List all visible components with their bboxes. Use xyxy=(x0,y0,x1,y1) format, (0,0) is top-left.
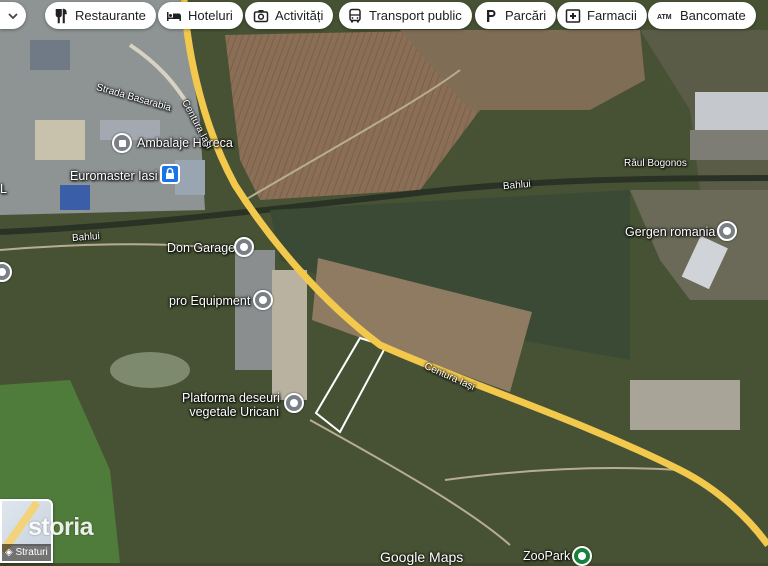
platforma-pin[interactable] xyxy=(284,393,304,413)
bahlui-left-label: Bahlui xyxy=(71,231,101,244)
storia-watermark: storia xyxy=(28,513,94,541)
raul-bogonos-label: Râul Bogonos xyxy=(624,158,687,169)
edge-letter-label: L xyxy=(0,182,7,196)
platforma-label-line2[interactable]: vegetale Uricani xyxy=(182,405,279,419)
filter-label: Farmacii xyxy=(587,8,637,23)
gergen-label[interactable]: Gergen romania xyxy=(625,225,715,239)
filter-label: Restaurante xyxy=(75,8,146,23)
filter-transport-public[interactable]: Transport public xyxy=(339,2,472,29)
layers-text: Straturi xyxy=(15,547,48,558)
filter-restaurante[interactable]: Restaurante xyxy=(45,2,156,29)
don-garage-pin[interactable] xyxy=(234,237,254,257)
bus-icon xyxy=(349,8,361,22)
bed-icon xyxy=(167,11,181,21)
layers-label: ◈ Straturi xyxy=(2,544,51,561)
fork-knife-icon xyxy=(55,8,67,23)
warehouse xyxy=(695,92,768,132)
filter-label: Hoteluri xyxy=(188,8,233,23)
zoopark-label[interactable]: ZooPark xyxy=(523,549,570,563)
camera-icon xyxy=(253,9,269,22)
pharmacy-icon xyxy=(565,8,581,23)
parking-lock-icon[interactable] xyxy=(160,164,180,184)
filter-activitati[interactable]: Activități xyxy=(245,2,334,29)
euromaster-label[interactable]: Euromaster Iasi xyxy=(70,169,158,183)
filter-label: Bancomate xyxy=(680,8,746,23)
filter-label: Transport public xyxy=(369,8,462,23)
chevron-down-icon xyxy=(8,12,18,19)
filter-farmacii[interactable]: Farmacii xyxy=(557,2,647,29)
layers-icon: ◈ xyxy=(5,547,13,558)
filters-dropdown[interactable] xyxy=(0,2,26,29)
don-garage-label[interactable]: Don Garage xyxy=(167,241,235,255)
pro-equipment-pin[interactable] xyxy=(253,290,273,310)
filter-hoteluri[interactable]: Hoteluri xyxy=(158,2,243,29)
atm-icon: ATM xyxy=(657,14,672,21)
gergen-pin[interactable] xyxy=(717,221,737,241)
filter-bancomate[interactable]: ATM Bancomate xyxy=(648,2,756,29)
filter-label: Parcări xyxy=(505,8,547,23)
pro-equipment-label[interactable]: pro Equipment xyxy=(169,294,250,308)
ambalaje-horeca-pin[interactable] xyxy=(112,133,132,153)
svg-text:ATM: ATM xyxy=(657,14,672,21)
filter-label: Activități xyxy=(275,8,324,23)
filter-parcari[interactable]: Parcări xyxy=(475,2,557,29)
zoopark-pin[interactable] xyxy=(572,546,592,566)
platforma-label-line1[interactable]: Platforma deseuri xyxy=(182,391,280,405)
parking-icon xyxy=(487,9,496,22)
satellite-map[interactable] xyxy=(0,0,768,563)
ambalaje-horeca-label[interactable]: Ambalaje Horeca xyxy=(137,136,233,150)
